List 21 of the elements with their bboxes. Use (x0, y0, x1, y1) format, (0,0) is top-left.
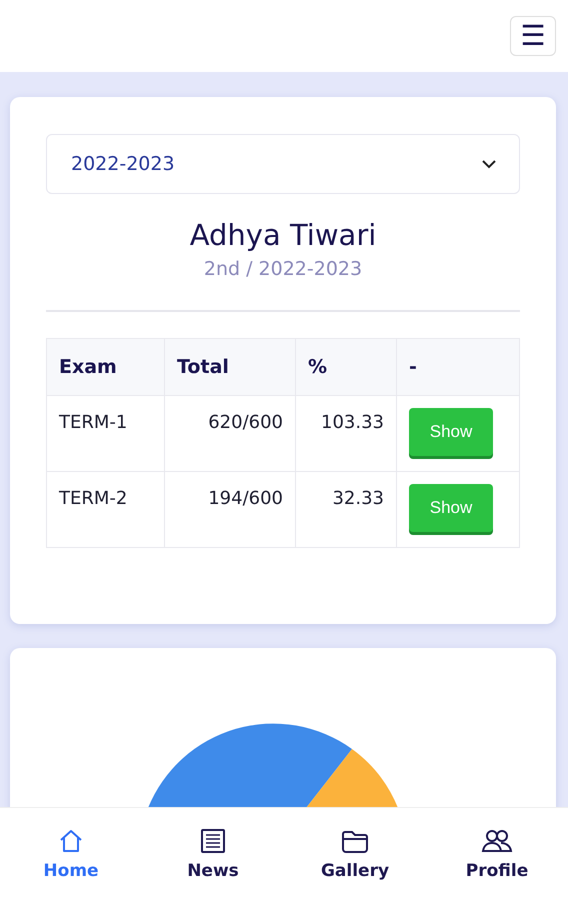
menu-button[interactable]: ☰ (510, 16, 556, 56)
chevron-down-icon (481, 159, 497, 169)
table-cell: TERM-2 (46, 472, 164, 548)
table-cell: 103.33 (296, 396, 396, 472)
nav-tab[interactable]: Profile (442, 827, 552, 881)
column-header: % (296, 338, 396, 396)
column-header: - (396, 338, 520, 396)
table-cell: 620/600 (164, 396, 296, 472)
nav-tab[interactable]: News (158, 827, 268, 881)
class-session: 2nd / 2022-2023 (202, 258, 364, 280)
column-header: Total (164, 338, 296, 396)
nav-tab[interactable]: Gallery (300, 827, 410, 881)
nav-tab[interactable]: Home (16, 827, 126, 881)
year-select[interactable]: 2022-2023 (46, 134, 520, 194)
student-name: Adhya Tiwari (188, 218, 378, 252)
column-header: Exam (46, 338, 164, 396)
newspaper-icon (199, 827, 227, 855)
people-icon (481, 827, 513, 855)
table-cell: 194/600 (164, 472, 296, 548)
table-cell: 32.33 (296, 472, 396, 548)
table-cell: TERM-1 (46, 396, 164, 472)
